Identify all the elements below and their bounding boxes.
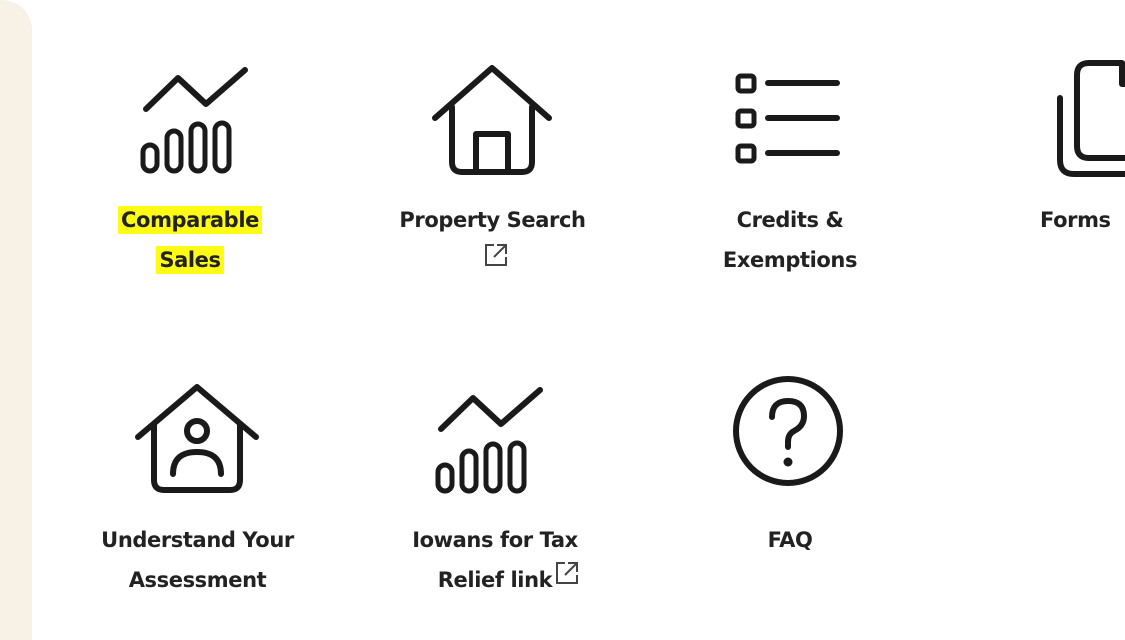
- label-line-1: Property Search: [399, 208, 586, 232]
- faq-label: FAQ: [690, 520, 890, 560]
- comparable-sales-label: Comparable Sales: [90, 200, 290, 280]
- credits-exemptions-link[interactable]: Credits & Exemptions: [690, 60, 890, 285]
- label-line-2: Relief link: [437, 568, 553, 592]
- list-icon: [735, 73, 840, 164]
- label-line-1: Comparable: [118, 206, 262, 234]
- iowans-tax-relief-label: Iowans for Tax Relief link: [390, 520, 600, 600]
- label-line-2: Sales: [156, 246, 224, 274]
- external-link-icon: [556, 562, 579, 584]
- label-line-1: Forms: [1040, 208, 1111, 232]
- property-search-link[interactable]: Property Search: [390, 60, 600, 285]
- forms-label: Forms: [1040, 200, 1125, 240]
- understand-assessment-link[interactable]: Understand Your Assessment: [85, 375, 310, 605]
- bar-chart-trend-icon: [140, 67, 248, 174]
- label-line-2: Assessment: [128, 568, 267, 592]
- label-line-1: FAQ: [767, 528, 813, 552]
- side-panel: [0, 0, 32, 640]
- understand-assessment-label: Understand Your Assessment: [85, 520, 310, 600]
- house-icon: [432, 65, 552, 175]
- forms-link[interactable]: Forms: [1020, 60, 1125, 285]
- bar-chart-trend-icon: [435, 387, 543, 494]
- faq-link[interactable]: FAQ: [690, 375, 890, 605]
- house-person-icon: [135, 384, 259, 493]
- question-circle-icon: [733, 376, 843, 486]
- label-line-1: Credits &: [736, 208, 844, 232]
- documents-icon: [1057, 60, 1125, 177]
- iowans-tax-relief-link[interactable]: Iowans for Tax Relief link: [390, 375, 600, 605]
- comparable-sales-link[interactable]: Comparable Sales: [90, 60, 290, 285]
- property-search-label: Property Search: [390, 200, 595, 240]
- label-line-1: Understand Your: [101, 528, 294, 552]
- label-line-1: Iowans for Tax: [412, 528, 578, 552]
- external-link-icon: [485, 244, 507, 266]
- label-line-2: Exemptions: [722, 248, 858, 272]
- credits-exemptions-label: Credits & Exemptions: [690, 200, 890, 280]
